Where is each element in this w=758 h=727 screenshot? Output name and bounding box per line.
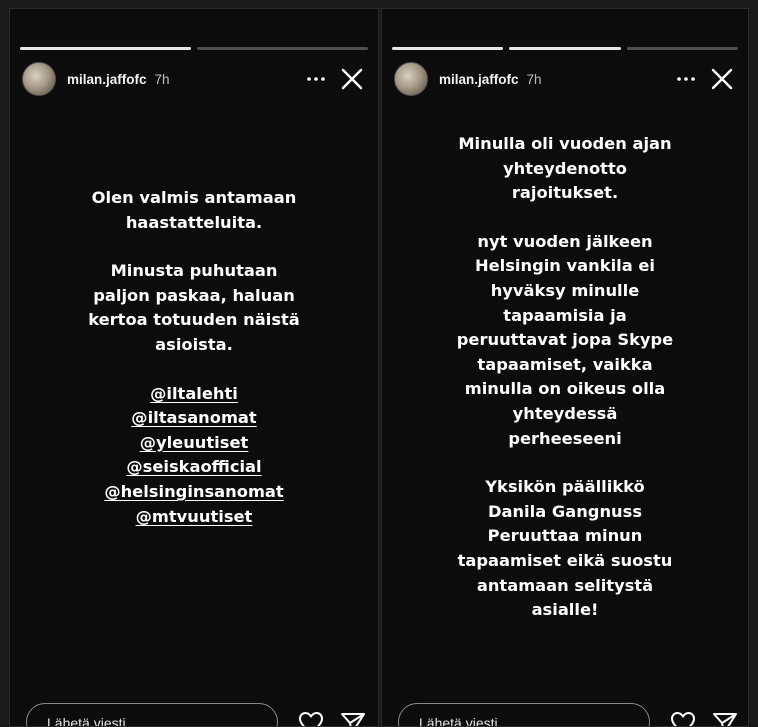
story-text: Minulla oli vuoden ajan yhteydenotto raj… (382, 132, 748, 647)
story-line: nyt vuoden jälkeen (477, 231, 653, 251)
story-line: tapaamiset eikä suostu (457, 550, 673, 570)
story-paragraph: nyt vuoden jälkeen Helsingin vankila ei … (382, 230, 748, 451)
progress-segment (392, 47, 504, 50)
post-time: 7h (154, 71, 170, 87)
story-line: Danila Gangnuss (487, 501, 643, 521)
story-line: Minulla oli vuoden ajan (458, 134, 672, 153)
story-line: Peruuttaa minun (487, 526, 643, 546)
username[interactable]: milan.jaffofc (439, 72, 519, 87)
reply-bar: Lähetä viesti (10, 703, 378, 726)
story-line: antamaan selitystä (476, 575, 654, 595)
story-line: yhteydessä (512, 403, 618, 423)
reply-input[interactable]: Lähetä viesti (26, 703, 278, 726)
story-panel-right[interactable]: milan.jaffofc 7h Minulla oli vuoden ajan… (381, 8, 749, 727)
story-line: asialle! (531, 600, 599, 620)
close-icon[interactable] (338, 65, 366, 93)
story-header: milan.jaffofc 7h (394, 59, 736, 99)
story-line: peruuttavat jopa Skype (456, 330, 674, 350)
story-panel-left[interactable]: milan.jaffofc 7h Olen valmis antamaan ha… (9, 8, 379, 727)
story-line: kertoa totuuden näistä (88, 310, 300, 330)
story-paragraph: Minulla oli vuoden ajan yhteydenotto raj… (382, 132, 748, 206)
reply-input[interactable]: Lähetä viesti (398, 703, 650, 726)
story-line: Minusta puhutaan (110, 261, 278, 281)
story-line: perheeseeni (508, 428, 622, 448)
story-paragraph: Yksikön päällikkö Danila Gangnuss Peruut… (382, 475, 748, 623)
story-line: minulla on oikeus olla (464, 379, 666, 399)
mention-link[interactable]: @iltasanomat (10, 406, 378, 431)
progress-segment (20, 47, 191, 50)
story-header: milan.jaffofc 7h (22, 59, 366, 99)
story-line: paljon paskaa, haluan (93, 285, 295, 305)
username[interactable]: milan.jaffofc (67, 72, 147, 87)
progress-fill (509, 47, 621, 50)
mention-link[interactable]: @helsinginsanomat (10, 480, 378, 505)
mention-link[interactable]: @iltalehti (10, 382, 378, 407)
progress-segment (197, 47, 368, 50)
mention-list: @iltalehti @iltasanomat @yleuutiset @sei… (10, 382, 378, 530)
mention-link[interactable]: @seiskaofficial (10, 455, 378, 480)
story-line: hyväksy minulle (490, 280, 640, 300)
story-progress (20, 47, 368, 50)
progress-fill (392, 47, 504, 50)
story-line: haastatteluita. (125, 212, 263, 232)
story-viewer: milan.jaffofc 7h Olen valmis antamaan ha… (0, 0, 758, 727)
story-paragraph: Olen valmis antamaan haastatteluita. (10, 186, 378, 235)
story-line: tapaamisia ja (503, 305, 627, 325)
more-horizontal-icon[interactable] (672, 69, 700, 89)
story-line: Helsingin vankila ei (474, 256, 656, 276)
progress-segment (509, 47, 621, 50)
close-icon[interactable] (708, 65, 736, 93)
avatar[interactable] (394, 62, 428, 96)
story-text: Olen valmis antamaan haastatteluita. Min… (10, 186, 378, 553)
progress-fill (20, 47, 191, 50)
story-paragraph: Minusta puhutaan paljon paskaa, haluan k… (10, 259, 378, 357)
story-line: rajoitukset. (511, 183, 619, 203)
reply-bar: Lähetä viesti (382, 703, 748, 726)
story-line: yhteydenotto (503, 158, 627, 178)
story-line: tapaamiset, vaikka (477, 354, 653, 374)
story-progress (392, 47, 738, 50)
story-line: Yksikön päällikkö (485, 477, 645, 497)
mention-link[interactable]: @mtvuutiset (10, 505, 378, 530)
more-horizontal-icon[interactable] (302, 69, 330, 89)
avatar[interactable] (22, 62, 56, 96)
story-line: asioista. (155, 334, 233, 354)
story-line: Olen valmis antamaan (91, 188, 297, 207)
mention-link[interactable]: @yleuutiset (10, 431, 378, 456)
post-time: 7h (526, 71, 542, 87)
progress-segment (626, 47, 738, 50)
